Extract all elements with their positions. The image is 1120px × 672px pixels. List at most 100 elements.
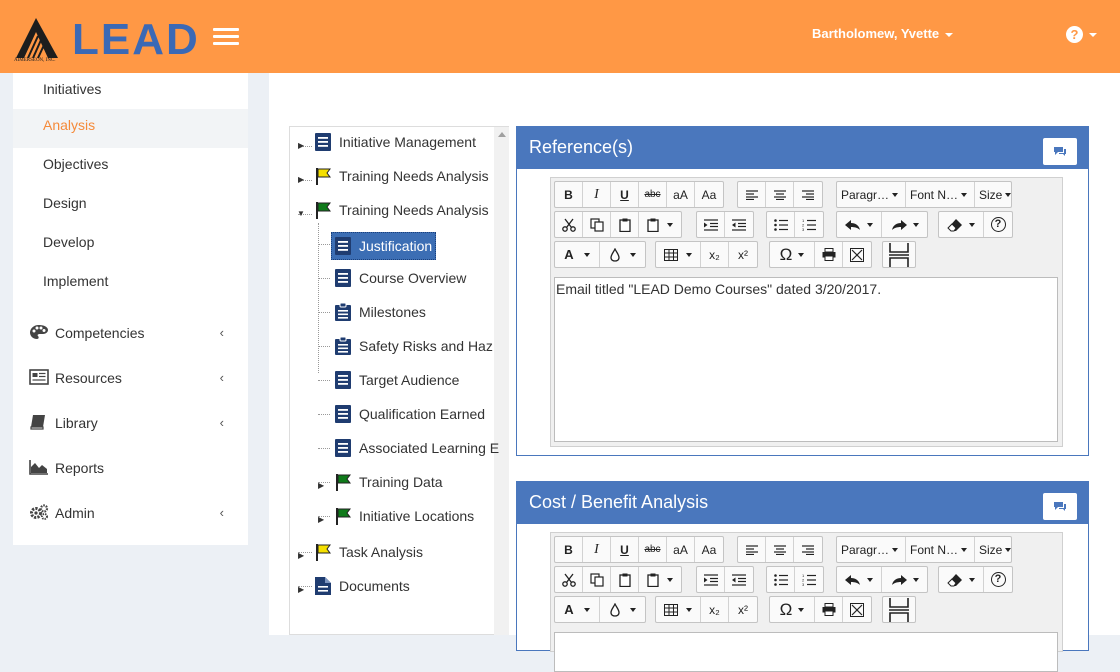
redo-dropdown[interactable]	[882, 212, 927, 237]
tree-node-course-overview[interactable]: Course Overview	[335, 266, 466, 290]
sidebar-item-initiatives[interactable]: Initiatives	[13, 73, 248, 112]
tree-expand-icon[interactable]: ▶	[298, 141, 304, 150]
subscript-button[interactable]: x₂	[701, 597, 729, 622]
tree-expand-icon[interactable]: ▶	[298, 585, 304, 594]
tree-expand-icon[interactable]: ▶	[318, 481, 324, 490]
uppercase-button[interactable]: aA	[667, 537, 695, 562]
paste-button[interactable]	[611, 212, 639, 237]
page-break-button[interactable]	[883, 242, 915, 267]
underline-button[interactable]: U	[611, 182, 639, 207]
tree-node-initiative-locations[interactable]: Initiative Locations	[335, 504, 474, 528]
paste-button[interactable]	[611, 567, 639, 592]
print-button[interactable]	[815, 242, 843, 267]
sidebar-item-resources[interactable]: Resources ‹	[13, 356, 248, 400]
special-character-dropdown[interactable]: Ω	[770, 597, 815, 622]
font-color-dropdown[interactable]: A	[555, 597, 600, 622]
bold-button[interactable]: B	[555, 182, 583, 207]
tree-expand-icon[interactable]: ▶	[298, 175, 304, 184]
cut-button[interactable]	[555, 567, 583, 592]
tree-node-training-needs-analysis-2[interactable]: Training Needs Analysis	[315, 198, 489, 222]
tree-node-target-audience[interactable]: Target Audience	[335, 368, 459, 392]
menu-toggle-button[interactable]	[213, 28, 239, 48]
help-button[interactable]: ?	[984, 212, 1012, 237]
indent-button[interactable]	[697, 212, 725, 237]
tree-scrollbar[interactable]	[494, 127, 509, 635]
superscript-button[interactable]: x²	[729, 597, 757, 622]
table-dropdown[interactable]	[656, 597, 701, 622]
sidebar-item-reports[interactable]: Reports	[13, 446, 248, 490]
background-color-dropdown[interactable]	[600, 242, 645, 267]
paragraph-format-dropdown[interactable]: Paragr…	[837, 537, 906, 562]
bullet-list-button[interactable]	[767, 212, 795, 237]
bold-button[interactable]: B	[555, 537, 583, 562]
numbered-list-button[interactable]: 123	[795, 212, 823, 237]
sidebar-item-design[interactable]: Design	[13, 187, 248, 226]
font-name-dropdown[interactable]: Font N…	[906, 537, 975, 562]
comments-button[interactable]	[1043, 493, 1077, 520]
tree-node-qualification-earned[interactable]: Qualification Earned	[335, 402, 485, 426]
align-left-button[interactable]	[738, 182, 766, 207]
sidebar-item-objectives[interactable]: Objectives	[13, 148, 248, 187]
tree-collapse-icon[interactable]: ▼	[297, 209, 305, 218]
sidebar-item-competencies[interactable]: Competencies ‹	[13, 311, 248, 355]
tree-node-initiative-management[interactable]: Initiative Management	[315, 130, 476, 154]
titlecase-button[interactable]: Aa	[695, 537, 723, 562]
copy-button[interactable]	[583, 567, 611, 592]
uppercase-button[interactable]: aA	[667, 182, 695, 207]
sidebar-item-library[interactable]: Library ‹	[13, 401, 248, 445]
align-center-button[interactable]	[766, 537, 794, 562]
align-center-button[interactable]	[766, 182, 794, 207]
outdent-button[interactable]	[725, 567, 753, 592]
help-menu[interactable]: ?	[1066, 26, 1097, 44]
indent-button[interactable]	[697, 567, 725, 592]
table-dropdown[interactable]	[656, 242, 701, 267]
align-right-button[interactable]	[794, 182, 822, 207]
cost-benefit-content-editor[interactable]	[554, 632, 1058, 672]
fullscreen-button[interactable]	[843, 242, 871, 267]
cut-button[interactable]	[555, 212, 583, 237]
tree-node-justification[interactable]: Justification	[331, 232, 437, 260]
undo-dropdown[interactable]	[837, 212, 882, 237]
tree-node-task-analysis[interactable]: Task Analysis	[315, 540, 423, 564]
titlecase-button[interactable]: Aa	[695, 182, 723, 207]
comments-button[interactable]	[1043, 138, 1077, 165]
clear-format-dropdown[interactable]	[939, 567, 984, 592]
font-color-dropdown[interactable]: A	[555, 242, 600, 267]
redo-dropdown[interactable]	[882, 567, 927, 592]
paste-special-dropdown[interactable]	[639, 212, 681, 237]
help-button[interactable]: ?	[984, 567, 1012, 592]
user-menu[interactable]: Bartholomew, Yvette	[812, 26, 954, 41]
sidebar-item-analysis[interactable]: Analysis	[13, 109, 248, 148]
paste-special-dropdown[interactable]	[639, 567, 681, 592]
tree-node-training-data[interactable]: Training Data	[335, 470, 443, 494]
paragraph-format-dropdown[interactable]: Paragr…	[837, 182, 906, 207]
sidebar-item-develop[interactable]: Develop	[13, 226, 248, 265]
background-color-dropdown[interactable]	[600, 597, 645, 622]
copy-button[interactable]	[583, 212, 611, 237]
align-left-button[interactable]	[738, 537, 766, 562]
tree-node-associated-learning[interactable]: Associated Learning E	[335, 436, 499, 460]
sidebar-item-admin[interactable]: Admin ‹	[13, 491, 248, 535]
bullet-list-button[interactable]	[767, 567, 795, 592]
tree-expand-icon[interactable]: ▶	[298, 551, 304, 560]
superscript-button[interactable]: x²	[729, 242, 757, 267]
font-size-dropdown[interactable]: Size	[975, 537, 1012, 562]
references-content-editor[interactable]: Email titled "LEAD Demo Courses" dated 3…	[554, 277, 1058, 442]
subscript-button[interactable]: x₂	[701, 242, 729, 267]
underline-button[interactable]: U	[611, 537, 639, 562]
special-character-dropdown[interactable]: Ω	[770, 242, 815, 267]
clear-format-dropdown[interactable]	[939, 212, 984, 237]
font-name-dropdown[interactable]: Font N…	[906, 182, 975, 207]
page-break-button[interactable]	[883, 597, 915, 622]
font-size-dropdown[interactable]: Size	[975, 182, 1012, 207]
tree-node-documents[interactable]: Documents	[315, 574, 410, 598]
tree-node-safety-risks[interactable]: Safety Risks and Haz	[335, 334, 493, 358]
italic-button[interactable]: I	[583, 182, 611, 207]
tree-node-milestones[interactable]: Milestones	[335, 300, 426, 324]
strikethrough-button[interactable]: abc	[639, 182, 667, 207]
fullscreen-button[interactable]	[843, 597, 871, 622]
strikethrough-button[interactable]: abc	[639, 537, 667, 562]
numbered-list-button[interactable]: 123	[795, 567, 823, 592]
sidebar-item-implement[interactable]: Implement	[13, 265, 248, 304]
outdent-button[interactable]	[725, 212, 753, 237]
